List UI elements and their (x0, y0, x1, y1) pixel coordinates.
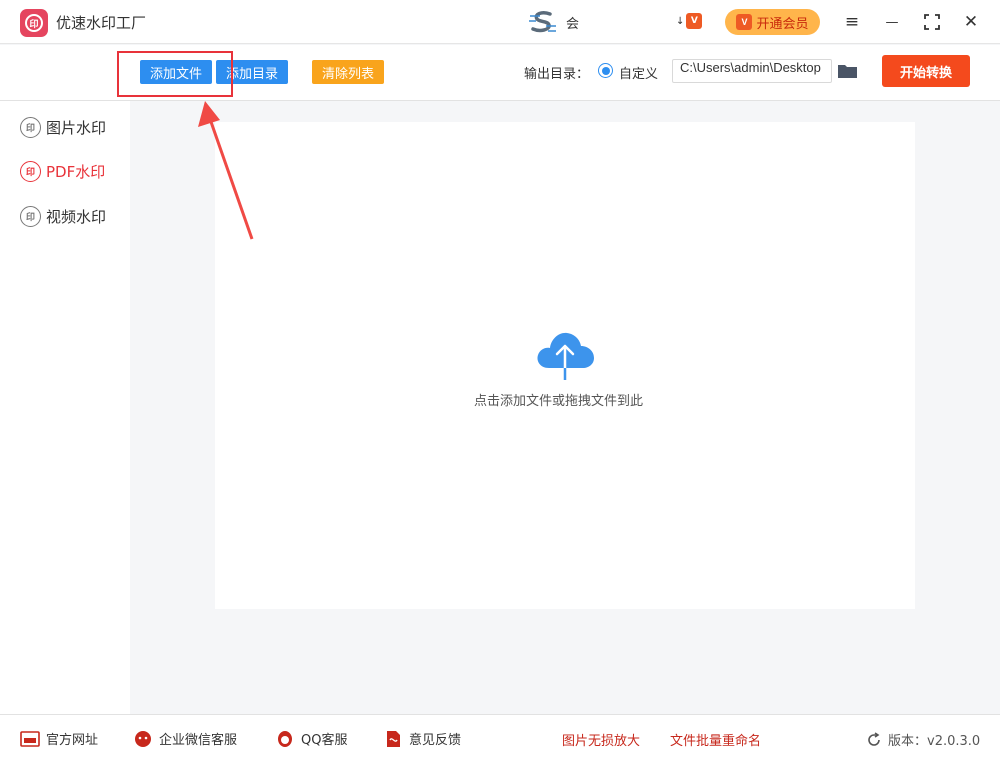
watermark-icon: 印 (20, 161, 41, 182)
close-icon[interactable]: ✕ (959, 10, 983, 34)
watermark-icon: 印 (20, 117, 41, 138)
download-arrow-icon: ↓ (676, 15, 685, 27)
watermark-icon: 印 (20, 206, 41, 227)
annotation-highlight-box (117, 51, 233, 97)
clear-list-button[interactable]: 清除列表 (312, 60, 384, 84)
app-title: 优速水印工厂 (56, 14, 147, 32)
open-vip-label: 开通会员 (756, 15, 809, 31)
qq-support-link[interactable]: QQ客服 (275, 729, 347, 748)
custom-output-label: 自定义 (619, 67, 659, 82)
menu-icon[interactable]: ≡ (840, 10, 864, 34)
batch-rename-link[interactable]: 文件批量重命名 (670, 730, 761, 749)
vip-badge-icon: V (686, 13, 703, 29)
sidebar-item-pdf-watermark[interactable]: 印 PDF水印 (20, 161, 105, 182)
app-logo-icon: 印 (20, 9, 48, 37)
output-dir-label: 输出目录： (524, 67, 590, 82)
version-info[interactable]: 版本：v2.0.3.0 (866, 730, 980, 749)
user-avatar-icon (529, 11, 556, 33)
wechat-icon (135, 730, 151, 747)
start-convert-button[interactable]: 开始转换 (882, 55, 970, 87)
title-bar: 印 优速水印工厂 会 ↓ V V 开通会员 ≡ — ✕ (0, 0, 1000, 44)
drop-hint-text: 点击添加文件或拖拽文件到此 (474, 394, 644, 409)
sidebar-item-label: PDF水印 (46, 163, 106, 181)
sidebar: 印 图片水印 印 PDF水印 印 视频水印 (0, 101, 130, 714)
user-name: 会 (566, 16, 580, 32)
folder-icon[interactable] (837, 63, 858, 79)
maximize-corners-icon (924, 14, 940, 30)
open-vip-button[interactable]: V 开通会员 (725, 9, 820, 35)
sidebar-item-label: 图片水印 (46, 119, 107, 137)
radio-selected-dot (601, 66, 610, 75)
minimize-icon[interactable]: — (880, 10, 904, 34)
feedback-document-icon (387, 730, 400, 747)
vip-crown-icon: V (736, 14, 753, 30)
vip-status[interactable]: ↓ V (676, 13, 703, 29)
output-path-field[interactable]: C:\Users\admin\Desktop (672, 59, 832, 83)
user-account[interactable]: 会 (528, 10, 579, 34)
website-icon (20, 730, 40, 747)
annotation-arrow-icon (198, 101, 254, 240)
sidebar-item-image-watermark[interactable]: 印 图片水印 (20, 117, 106, 138)
sidebar-item-label: 视频水印 (46, 208, 107, 226)
sidebar-item-video-watermark[interactable]: 印 视频水印 (20, 206, 106, 227)
feedback-link[interactable]: 意见反馈 (383, 729, 461, 748)
official-website-link[interactable]: 官方网址 (20, 729, 98, 748)
cloud-upload-icon[interactable] (535, 328, 595, 380)
image-enlarge-link[interactable]: 图片无损放大 (562, 730, 640, 749)
custom-output-radio[interactable] (598, 63, 613, 78)
footer-bar: 官方网址 企业微信客服 QQ客服 意见反馈 图片无损放大 文件批量重命名 版本：… (0, 714, 1000, 760)
wechat-support-link[interactable]: 企业微信客服 (133, 729, 237, 748)
qq-icon (278, 730, 292, 747)
maximize-icon[interactable] (920, 10, 944, 34)
refresh-icon (868, 731, 880, 746)
version-label: 版本：v2.0.3.0 (888, 734, 981, 749)
